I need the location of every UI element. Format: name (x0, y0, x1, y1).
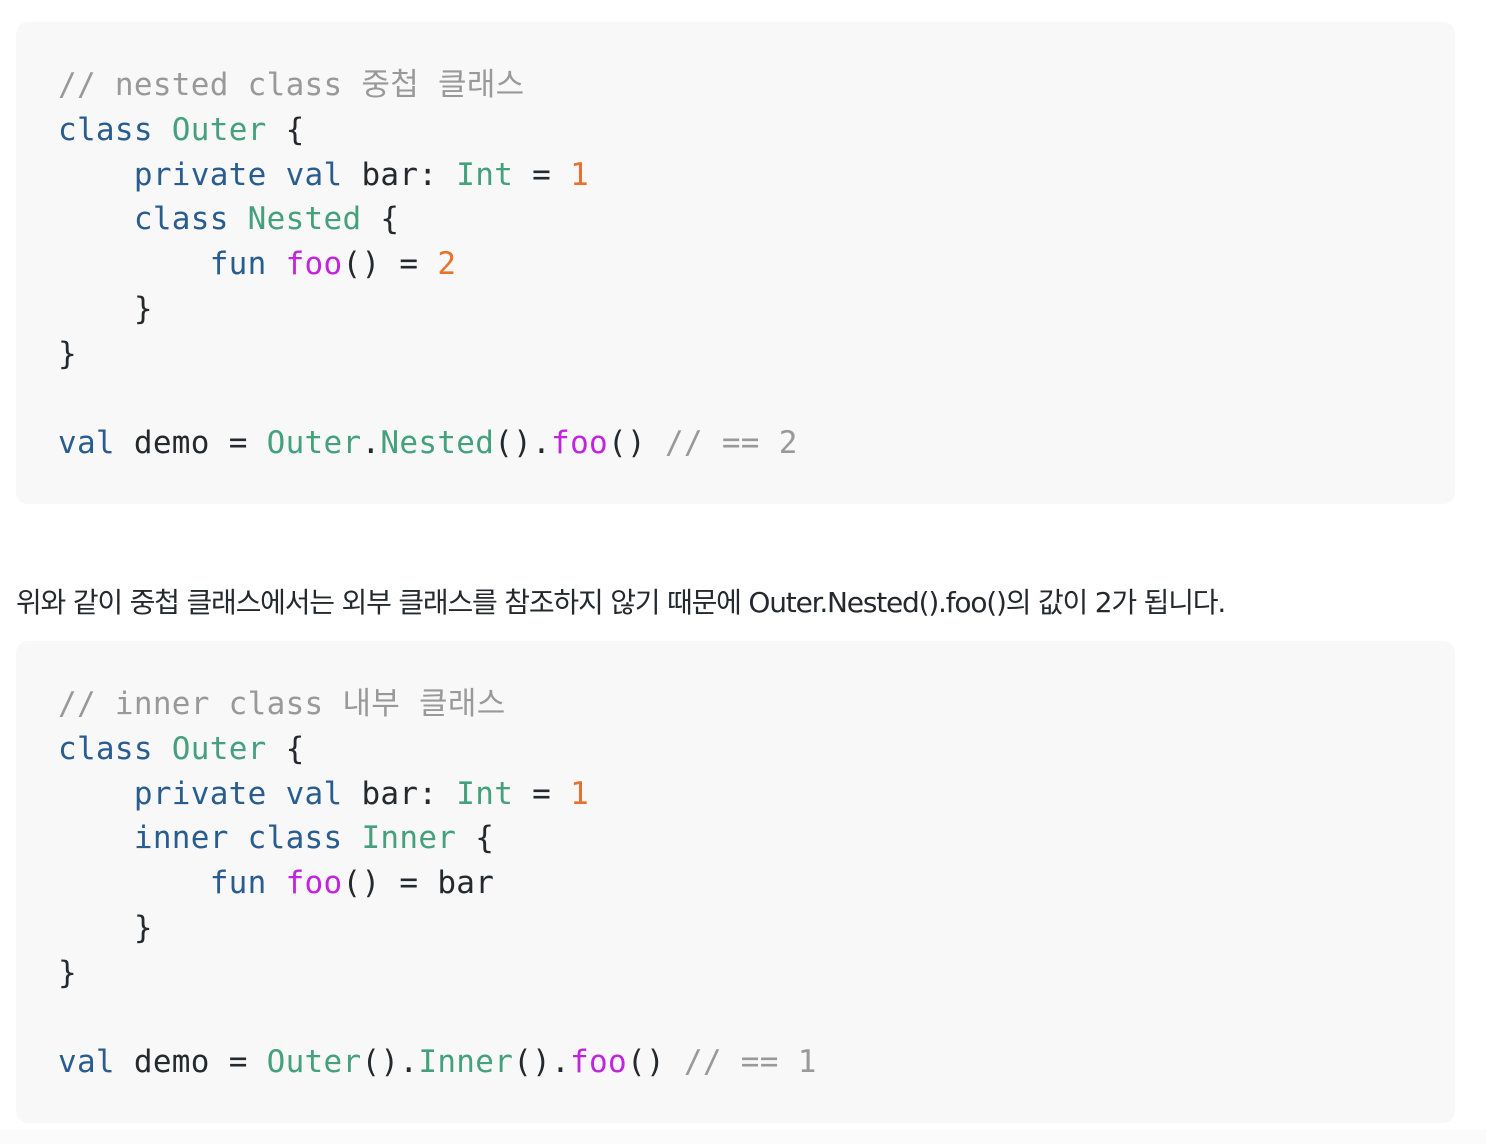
code-token-plain: { (456, 820, 495, 857)
code-token-plain: (). (361, 1044, 419, 1081)
code-token-plain: } (58, 909, 153, 946)
code-token-keyword: class (58, 730, 153, 767)
code-token-plain: () (627, 1044, 684, 1081)
code-token-plain: demo = (114, 1044, 267, 1081)
code-token-keyword: inner class (133, 820, 343, 857)
code-token-plain: demo = (114, 425, 267, 462)
code-token-comment: // nested class 중첩 클래스 (58, 67, 525, 103)
code-token-func: foo (285, 246, 343, 283)
code-token-keyword: fun (209, 865, 267, 902)
code-token-keyword: fun (209, 246, 267, 283)
code-token-keyword: class (58, 111, 153, 148)
code-token-plain: } (58, 954, 77, 991)
code-line: } (58, 332, 1455, 377)
code-line: private val bar: Int = 1 (58, 153, 1455, 198)
code-token-type: Int (456, 775, 514, 812)
code-block-nested-class: // nested class 중첩 클래스 class Outer { priv… (16, 22, 1455, 504)
code-token-keyword: val (285, 156, 343, 193)
code-token-keyword: val (58, 1044, 115, 1081)
code-token-number: 1 (570, 775, 590, 812)
code-line: } (58, 906, 1455, 951)
code-line: // inner class 내부 클래스 (58, 682, 1455, 727)
code-token-type: Nested (380, 425, 495, 462)
code-token-type: Outer (266, 1044, 362, 1081)
code-block-inner-class: // inner class 내부 클래스 class Outer { priva… (16, 641, 1455, 1123)
code-token-plain: () = bar (342, 865, 495, 902)
code-token-type: Nested (247, 201, 362, 238)
code-token-func: foo (570, 1044, 627, 1081)
code-token-comment: // == 1 (683, 1044, 817, 1081)
code-token-keyword: private (133, 156, 267, 193)
code-token-type: Outer (266, 425, 362, 462)
code-line: class Outer { (58, 108, 1455, 153)
code-line: class Nested { (58, 197, 1455, 242)
code-token-type: Outer (171, 111, 267, 148)
code-line: class Outer { (58, 727, 1455, 772)
code-token-plain: bar: (342, 156, 457, 193)
code-line: inner class Inner { (58, 816, 1455, 861)
code-line: fun foo() = 2 (58, 242, 1455, 287)
code-line: val demo = Outer.Nested().foo() // == 2 (58, 421, 1455, 466)
code-token-type: Inner (361, 820, 457, 857)
code-token-plain: { (266, 111, 305, 148)
code-token-plain: = (513, 156, 571, 193)
code-token-plain: (). (494, 425, 552, 462)
code-token-keyword: val (285, 775, 343, 812)
code-token-keyword: class (133, 201, 229, 238)
code-token-plain: . (361, 425, 381, 462)
code-token-plain: } (58, 335, 77, 372)
code-token-type: Outer (171, 730, 267, 767)
page-bottom-divider (0, 1130, 1486, 1144)
code-token-plain: () (608, 425, 665, 462)
code-token-keyword: val (58, 425, 115, 462)
code-token-func: foo (285, 865, 343, 902)
code-line: } (58, 951, 1455, 996)
code-line: private val bar: Int = 1 (58, 772, 1455, 817)
code-line: // nested class 중첩 클래스 (58, 63, 1455, 108)
code-token-plain: bar: (342, 775, 457, 812)
code-token-comment: // inner class 내부 클래스 (58, 686, 506, 722)
code-token-plain: = (513, 775, 571, 812)
code-line: } (58, 287, 1455, 332)
code-line: val demo = Outer().Inner().foo() // == 1 (58, 1040, 1455, 1085)
code-token-plain: { (361, 201, 400, 238)
code-token-func: foo (551, 425, 609, 462)
code-token-keyword: private (133, 775, 267, 812)
code-token-comment: // == 2 (664, 425, 798, 462)
code-token-plain: { (266, 730, 305, 767)
code-token-plain: () = (342, 246, 438, 283)
code-token-plain: (). (513, 1044, 571, 1081)
code-token-plain: } (58, 290, 153, 327)
code-token-type: Inner (418, 1044, 514, 1081)
code-token-number: 1 (570, 156, 590, 193)
explanation-paragraph: 위와 같이 중첩 클래스에서는 외부 클래스를 참조하지 않기 때문에 Oute… (16, 586, 1226, 619)
code-token-type: Int (456, 156, 514, 193)
code-line: fun foo() = bar (58, 861, 1455, 906)
code-token-number: 2 (437, 246, 457, 283)
